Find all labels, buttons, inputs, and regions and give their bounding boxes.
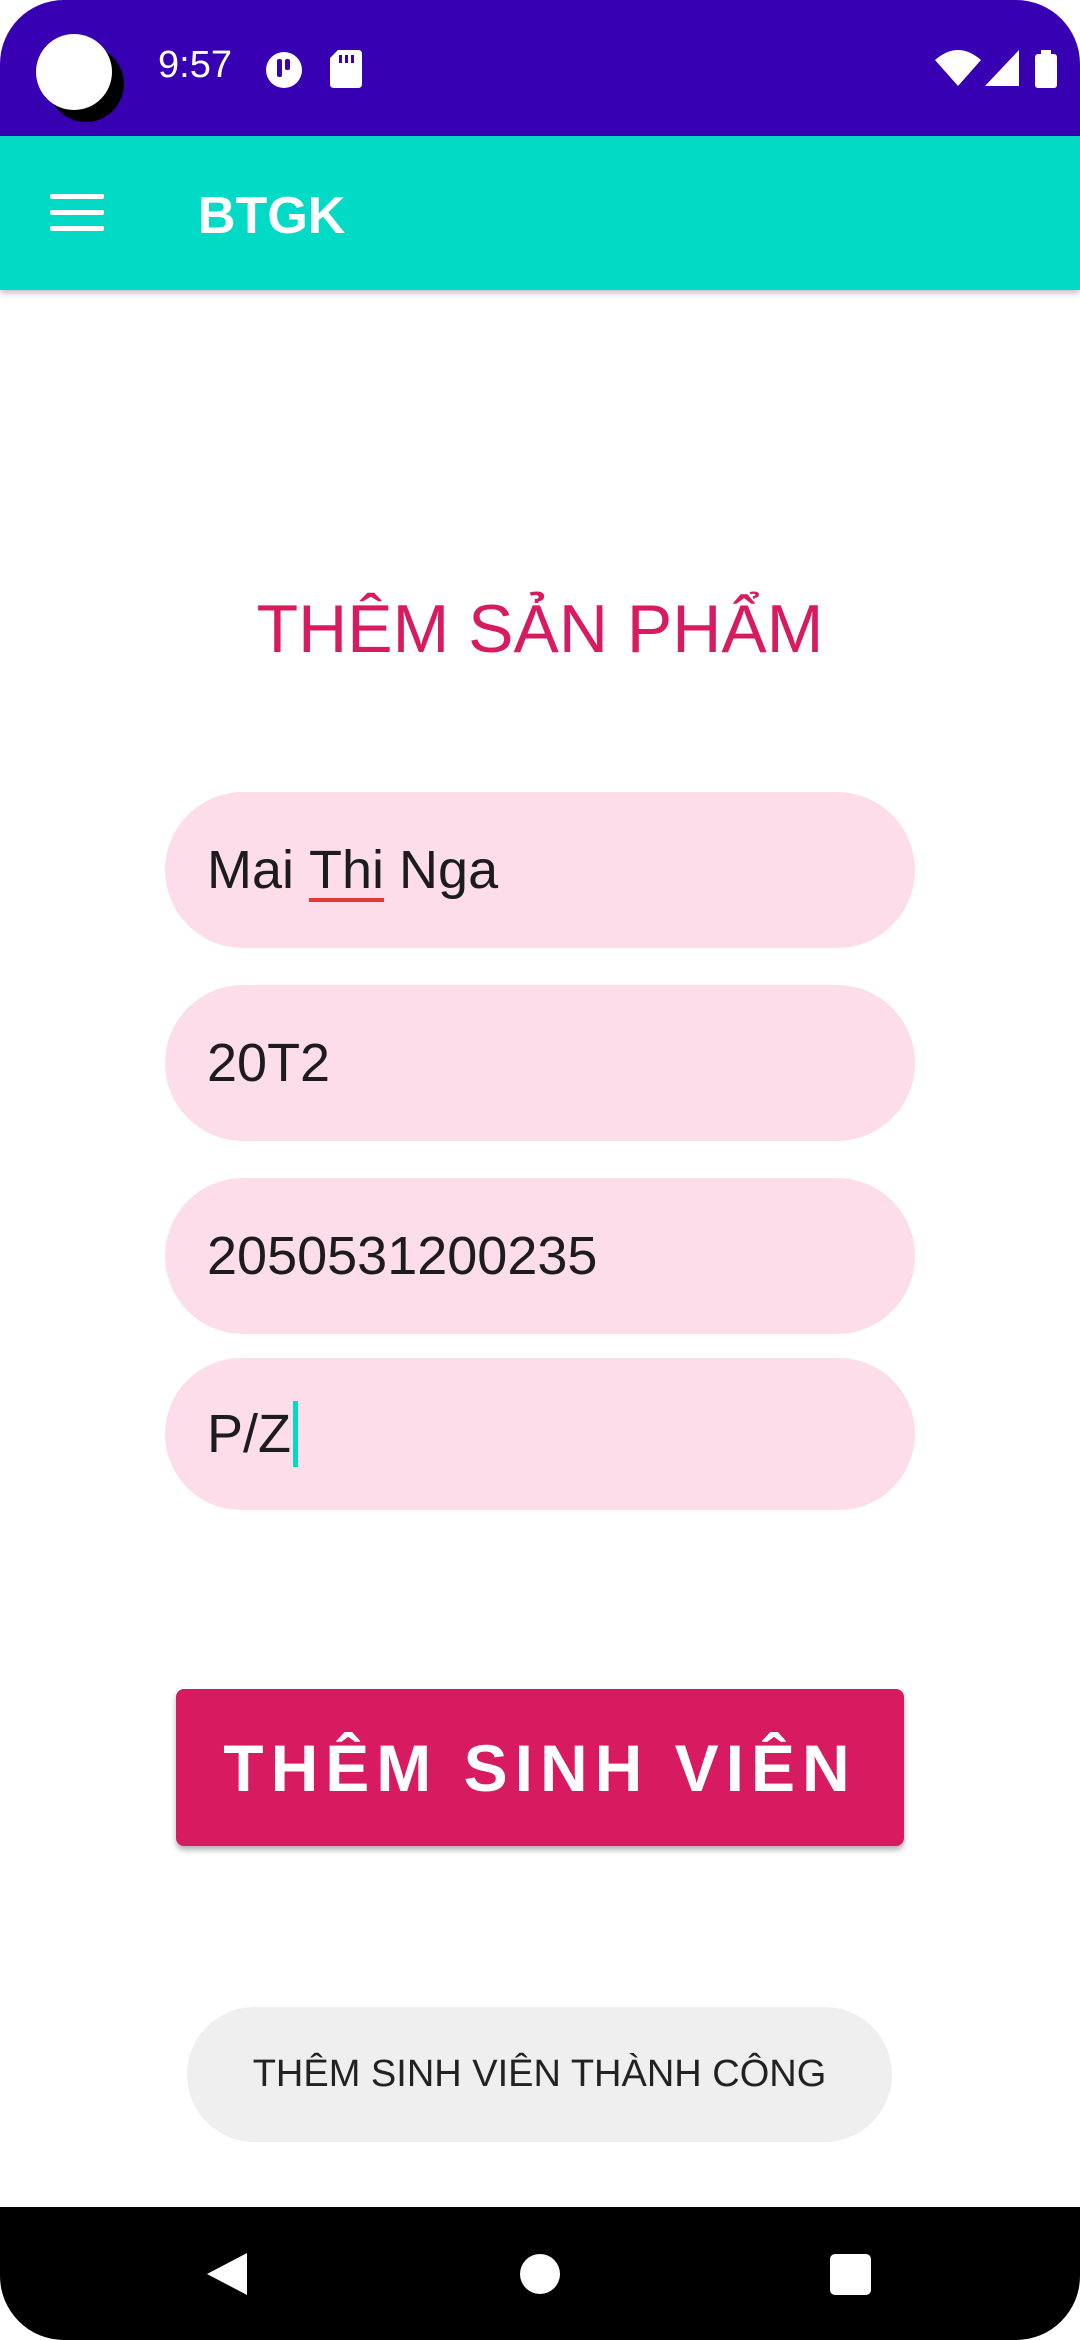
status-time: 9:57 (158, 44, 232, 86)
fourth-field-value: P/Z (207, 1404, 292, 1464)
student-id-field[interactable]: 2050531200235 (165, 1178, 915, 1334)
class-field[interactable]: 20T2 (165, 985, 915, 1141)
cell-signal-icon (985, 50, 1019, 86)
status-bar: 9:57 (0, 0, 1080, 136)
navigation-bar (0, 2207, 1080, 2340)
fourth-field[interactable]: P/Z (165, 1358, 915, 1510)
class-field-value: 20T2 (207, 1033, 331, 1093)
back-icon[interactable] (165, 2207, 285, 2340)
recents-icon[interactable] (790, 2207, 910, 2340)
app-title: BTGK (198, 187, 346, 245)
toast-message: THÊM SINH VIÊN THÀNH CÔNG (187, 2007, 892, 2142)
name-field[interactable]: Mai Thi Nga (165, 792, 915, 948)
toast-text: THÊM SINH VIÊN THÀNH CÔNG (252, 2053, 827, 2095)
camera-cutout (36, 34, 112, 110)
home-icon[interactable] (480, 2207, 600, 2340)
name-text-misspelled: Thi (309, 840, 385, 900)
text-cursor (293, 1401, 299, 1467)
sd-card-icon (330, 50, 362, 88)
wifi-icon (935, 50, 981, 86)
name-text-last: Nga (384, 840, 499, 900)
app-bar: BTGK (0, 136, 1080, 290)
add-student-button[interactable]: THÊM SINH VIÊN (176, 1689, 904, 1846)
student-id-field-value: 2050531200235 (207, 1226, 598, 1286)
notification-app-icon (266, 52, 302, 88)
battery-icon (1035, 50, 1057, 88)
form-heading: THÊM SẢN PHẨM (256, 591, 824, 667)
hamburger-menu-icon[interactable] (50, 194, 104, 232)
name-text-first: Mai (207, 840, 310, 900)
